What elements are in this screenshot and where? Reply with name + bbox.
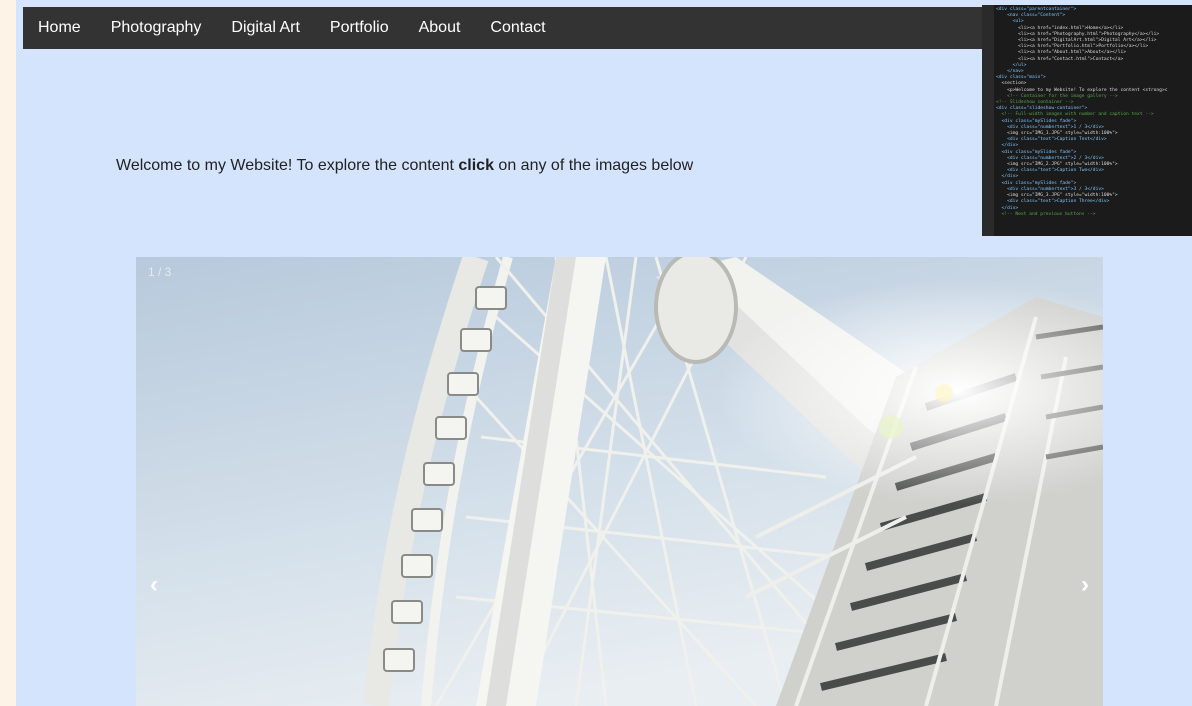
top-navbar: Home Photography Digital Art Portfolio A… <box>23 7 983 49</box>
nav-portfolio-link[interactable]: Portfolio <box>315 7 404 49</box>
ferris-wheel-photo[interactable] <box>136 257 1103 706</box>
nav-contact-link[interactable]: Contact <box>475 7 560 49</box>
code-line: <p>Welcome to my Website! To explore the… <box>996 87 1168 93</box>
welcome-text-start: Welcome to my Website! To explore the co… <box>116 157 459 174</box>
welcome-text-end: on any of the images below <box>493 157 694 174</box>
nav-photography-link[interactable]: Photography <box>96 7 217 49</box>
code-screenshot-thumbnail[interactable]: <div class="parentcontainer"> <nav class… <box>982 5 1192 236</box>
welcome-text-click: click <box>458 157 494 174</box>
page: Home Photography Digital Art Portfolio A… <box>16 0 1192 706</box>
code-line-gutter <box>982 5 994 236</box>
welcome-text: Welcome to my Website! To explore the co… <box>116 157 693 175</box>
slide-counter: 1 / 3 <box>148 265 172 279</box>
nav-home-link[interactable]: Home <box>23 7 96 49</box>
nav-about-link[interactable]: About <box>404 7 476 49</box>
code-lines: <div class="parentcontainer"> <nav class… <box>996 7 1192 218</box>
code-line: <!-- Next and previous buttons --> <box>996 211 1096 217</box>
nav-digital-art-link[interactable]: Digital Art <box>216 7 314 49</box>
previous-slide-button[interactable]: ‹ <box>146 570 162 600</box>
next-slide-button[interactable]: › <box>1077 570 1093 600</box>
slideshow-container: 1 / 3 ‹ › <box>136 257 1103 706</box>
